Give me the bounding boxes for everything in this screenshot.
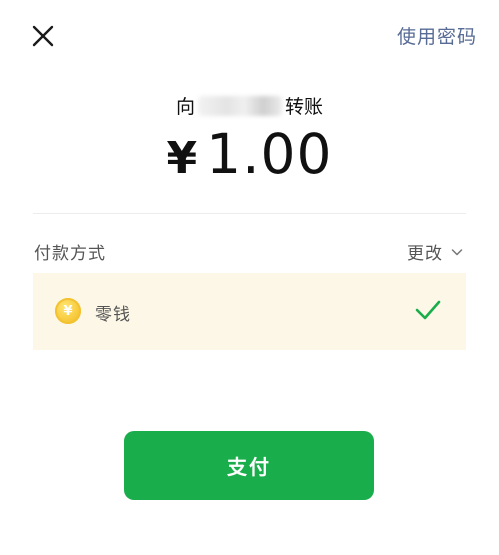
chevron-down-icon — [451, 248, 463, 255]
use-password-link[interactable]: 使用密码 — [397, 22, 477, 49]
close-button[interactable] — [28, 21, 58, 51]
currency-symbol: ¥ — [166, 133, 199, 184]
divider — [33, 213, 466, 214]
transfer-prefix: 向 — [175, 96, 195, 118]
change-payment-method-button[interactable]: 更改 — [407, 239, 463, 264]
payee-line: 向 转账 — [0, 92, 499, 119]
pay-button[interactable]: 支付 — [124, 431, 374, 500]
close-icon — [32, 25, 54, 47]
payment-option-wallet[interactable]: ¥ 零钱 — [33, 273, 466, 350]
checkmark-icon — [415, 300, 441, 320]
payee-name-redacted — [198, 96, 282, 116]
yuan-coin-icon: ¥ — [55, 298, 81, 324]
transfer-amount: ¥1.00 — [0, 122, 499, 186]
change-label: 更改 — [407, 244, 443, 264]
amount-value: 1.00 — [206, 122, 333, 186]
payment-option-label: 零钱 — [95, 305, 131, 325]
payment-method-label: 付款方式 — [34, 244, 106, 264]
transfer-suffix: 转账 — [285, 96, 324, 118]
